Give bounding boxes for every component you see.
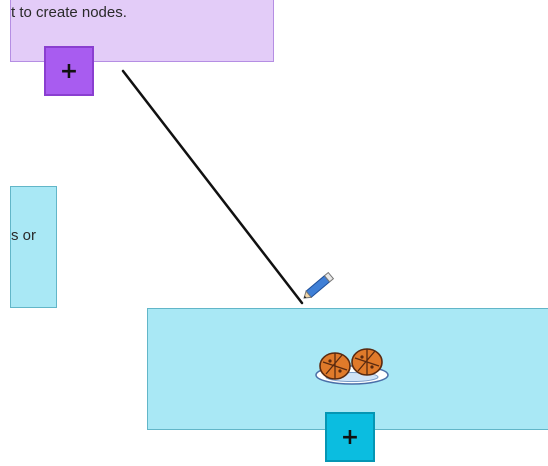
mindmap-canvas[interactable]: t to create nodes. + s or + — [0, 0, 548, 466]
plus-icon: + — [59, 58, 79, 84]
cookies-image — [315, 348, 389, 385]
pencil-icon — [303, 271, 335, 299]
node-left-text: s or — [11, 227, 37, 244]
add-child-button-main[interactable]: + — [325, 412, 375, 462]
plus-icon: + — [340, 424, 360, 450]
add-child-button-top[interactable]: + — [44, 46, 94, 96]
node-top-text: t to create nodes. — [11, 4, 127, 21]
node-left[interactable]: s or — [10, 186, 57, 308]
